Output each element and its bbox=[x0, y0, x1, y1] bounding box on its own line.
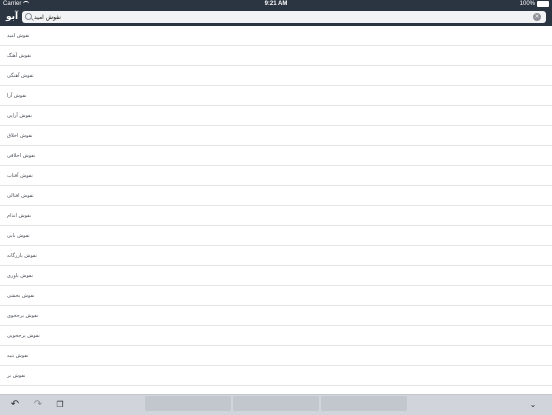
list-item-label: نفوش آهنگ bbox=[7, 52, 32, 59]
list-item-label: نفوش اندام bbox=[7, 212, 32, 219]
list-item[interactable]: نفوش امید bbox=[0, 26, 552, 46]
list-item-label: نفوش بنیه bbox=[7, 352, 29, 359]
redo-icon[interactable]: ↷ bbox=[31, 399, 45, 411]
suggestion-1[interactable] bbox=[145, 396, 231, 411]
list-item[interactable]: نفوش آرایی bbox=[0, 106, 552, 126]
list-item-label: نفوش بازرگانه bbox=[7, 252, 37, 259]
clear-icon[interactable]: × bbox=[533, 13, 541, 21]
app-logo[interactable]: آبو bbox=[6, 11, 20, 23]
results-list: نفوش امید نفوش آهنگ نفوش آهنگی نفوش آرا نفوش… bbox=[0, 26, 552, 394]
list-item-label: نفوش برجخویی bbox=[7, 332, 40, 339]
navigation-bar: آبو × bbox=[0, 8, 552, 26]
list-item[interactable]: نفوش برجخویی bbox=[0, 326, 552, 346]
list-item-label: نفوش آرا bbox=[7, 92, 27, 99]
status-time: 9:21 AM bbox=[264, 1, 288, 7]
list-item[interactable]: نفوش آهنگ bbox=[0, 46, 552, 66]
list-item-label: نفوش آرایی bbox=[7, 112, 32, 119]
list-item-label: نفوش امید bbox=[7, 32, 30, 39]
paste-icon[interactable]: ❐ bbox=[53, 399, 67, 411]
list-item[interactable]: نفوش بازرگانه bbox=[0, 246, 552, 266]
list-item-label: نفوش افتالی bbox=[7, 192, 34, 199]
list-item-label: نفوش آفتاب bbox=[7, 172, 33, 179]
search-icon bbox=[25, 13, 32, 20]
search-bar[interactable]: × bbox=[22, 11, 546, 23]
suggestion-2[interactable] bbox=[233, 396, 319, 411]
list-item-label: نفوش آهنگی bbox=[7, 72, 34, 79]
list-item[interactable]: نفوش برجخوی bbox=[0, 306, 552, 326]
list-item[interactable]: نفوش افتالی bbox=[0, 186, 552, 206]
list-item[interactable]: نفوش بر bbox=[0, 366, 552, 386]
undo-icon[interactable]: ↶ bbox=[8, 399, 22, 411]
list-item[interactable]: نفوش باوری bbox=[0, 266, 552, 286]
list-item-label: نفوش برجخوی bbox=[7, 312, 39, 319]
list-item[interactable]: نفوش اندام bbox=[0, 206, 552, 226]
list-item[interactable]: نفوش اخلاقی bbox=[0, 146, 552, 166]
chevron-down-icon[interactable]: ⌄ bbox=[526, 399, 540, 411]
list-item[interactable]: نفوش بخشی bbox=[0, 286, 552, 306]
battery-percent: 100% bbox=[519, 1, 535, 7]
list-item-label: نفوش بخشی bbox=[7, 292, 35, 299]
battery-icon bbox=[537, 1, 549, 7]
status-bar: Carrier 9:21 AM 100% bbox=[0, 0, 552, 8]
search-input[interactable] bbox=[34, 11, 524, 23]
list-item-label: نفوش باوری bbox=[7, 272, 33, 279]
list-item[interactable]: نفوش بنیه bbox=[0, 346, 552, 366]
keyboard-toolbar: ↶ ↷ ❐ ⌄ bbox=[0, 394, 552, 415]
list-item-label: نفوش بر bbox=[7, 372, 26, 379]
list-item-label: نفوش بایی bbox=[7, 232, 30, 239]
list-item[interactable]: نفوش آرا bbox=[0, 86, 552, 106]
list-item-label: نفوش اخلاق bbox=[7, 132, 33, 139]
suggestion-3[interactable] bbox=[321, 396, 407, 411]
list-item[interactable]: نفوش اخلاق bbox=[0, 126, 552, 146]
list-item[interactable]: نفوش بایی bbox=[0, 226, 552, 246]
list-item[interactable]: نفوش آفتاب bbox=[0, 166, 552, 186]
battery-status: 100% bbox=[520, 0, 549, 8]
list-item[interactable]: نفوش آهنگی bbox=[0, 66, 552, 86]
list-item-label: نفوش اخلاقی bbox=[7, 152, 36, 159]
